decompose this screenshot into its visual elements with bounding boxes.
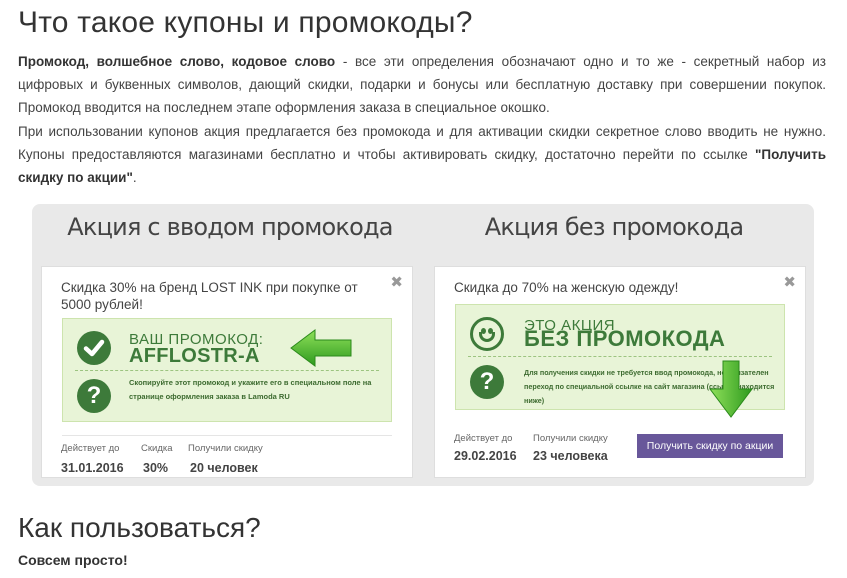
how-to-use-lead: Совсем просто! [18, 552, 128, 568]
get-discount-button[interactable]: Получить скидку по акции [637, 434, 783, 458]
meta-value-valid-until: 31.01.2016 [61, 461, 124, 475]
meta-value-discount: 30% [143, 461, 169, 475]
divider [468, 356, 772, 357]
promocode-note: Скопируйте этот промокод и укажите его в… [129, 378, 372, 401]
coupon-description: Скидка до 70% на женскую одежду! [454, 280, 679, 295]
coupons-text: При использовании купонов акция предлага… [18, 124, 826, 162]
coupons-paragraph: При использовании купонов акция предлага… [18, 120, 826, 189]
meta-label-discount: Скидка [141, 443, 173, 454]
panel-title-promocode: Акция с вводом промокода [67, 213, 393, 241]
intro-paragraph: Промокод, волшебное слово, кодовое слово… [18, 50, 826, 119]
meta-value-valid-until: 29.02.2016 [454, 449, 517, 463]
meta-value-received: 23 человека [533, 449, 608, 463]
panel-title-no-promocode: Акция без промокода [484, 213, 744, 241]
meta-value-received: 20 человек [190, 461, 258, 475]
close-icon[interactable]: ✖ [390, 273, 403, 291]
promocode-box: ВАШ ПРОМОКОД: AFFLOSTR-A ? Скопируйте эт… [62, 318, 392, 422]
coupons-tail: . [132, 170, 137, 185]
meta-label-valid-until: Действует до [61, 443, 120, 454]
how-to-use-heading: Как пользоваться? [18, 512, 261, 543]
coupon-card-no-promocode: ✖ Скидка до 70% на женскую одежду! ЭТО А… [434, 266, 806, 478]
page-title: Что такое купоны и промокоды? [18, 6, 473, 39]
question-icon: ? [470, 365, 504, 399]
question-icon: ? [77, 379, 111, 413]
promocode-value[interactable]: AFFLOSTR-A [129, 345, 260, 368]
meta-separator [62, 435, 392, 436]
promo-value: БЕЗ ПРОМОКОДА [524, 326, 726, 351]
coupon-card-promocode: ✖ Скидка 30% на бренд LOST INK при покуп… [41, 266, 413, 478]
coupon-description: Скидка 30% на бренд LOST INK при покупке… [61, 280, 358, 312]
intro-bold: Промокод, волшебное слово, кодовое слово [18, 54, 336, 69]
meta-label-valid-until: Действует до [454, 433, 513, 444]
meta-label-received: Получили скидку [533, 433, 608, 444]
arrow-left-icon [290, 329, 352, 367]
meta-label-received: Получили скидку [188, 443, 263, 454]
arrow-down-icon [709, 360, 753, 418]
close-icon[interactable]: ✖ [783, 273, 796, 291]
check-icon [77, 331, 111, 365]
divider [75, 370, 379, 371]
no-promocode-box: ЭТО АКЦИЯ БЕЗ ПРОМОКОДА ? Для получения … [455, 304, 785, 418]
